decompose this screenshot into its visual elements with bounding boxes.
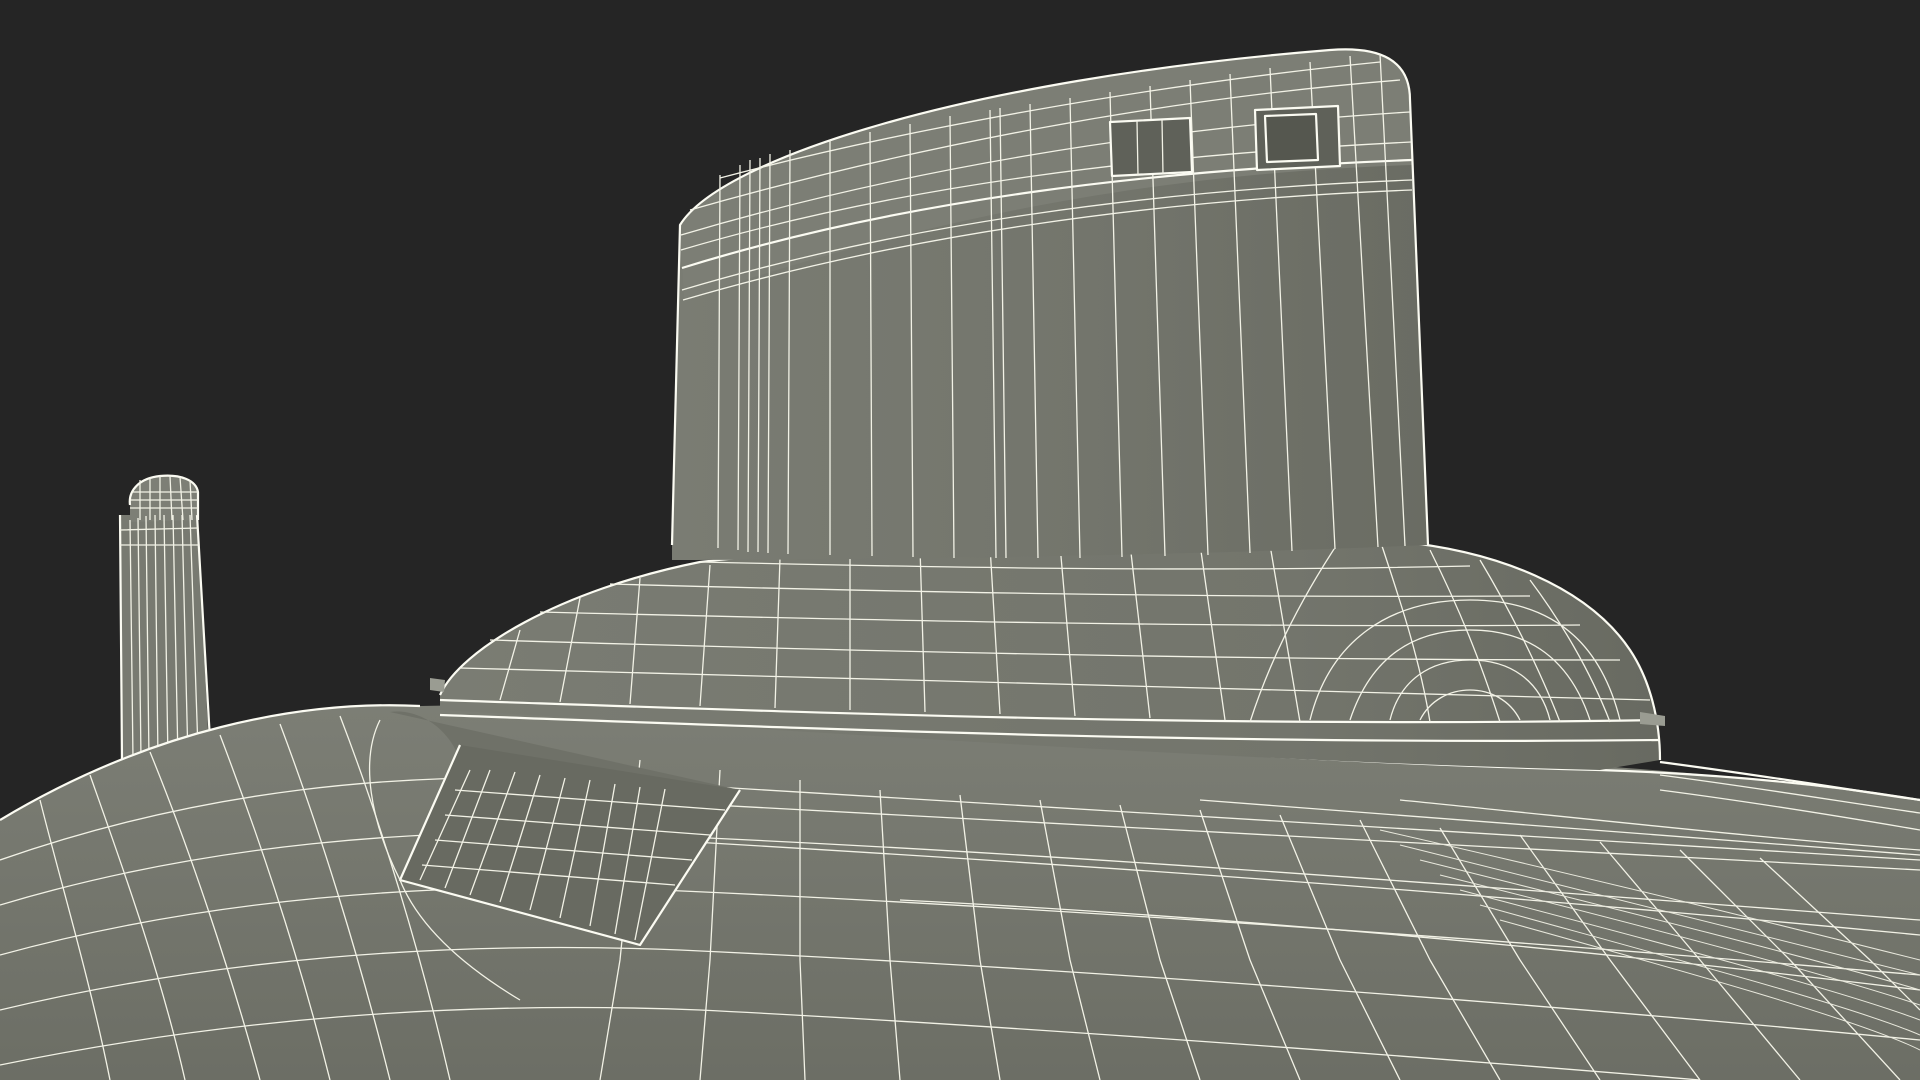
submarine-sail	[670, 48, 1430, 560]
wireframe-render-viewport	[0, 48, 1920, 1080]
